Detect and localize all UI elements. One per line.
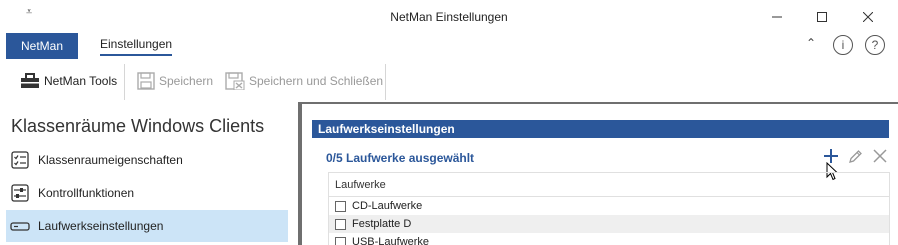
row-label: Festplatte D [352, 218, 412, 230]
row-checkbox[interactable] [335, 236, 346, 245]
tab-einstellungen[interactable]: Einstellungen [100, 37, 173, 56]
close-button[interactable] [848, 4, 888, 30]
drives-table: Laufwerke CD-Laufwerke Festplatte D USB-… [328, 172, 890, 245]
section-header: Laufwerkseinstellungen [312, 120, 889, 138]
x-icon [873, 149, 887, 163]
nav-item-label: Laufwerkseinstellungen [38, 219, 164, 233]
drive-icon [10, 217, 30, 235]
delete-button[interactable] [870, 146, 890, 166]
nav-item-klassenraumeigenschaften[interactable]: Klassenraumeigenschaften [6, 144, 288, 176]
pencil-icon [848, 149, 862, 163]
speichern-button[interactable]: Speichern [137, 67, 213, 95]
table-row[interactable]: CD-Laufwerke [329, 197, 889, 215]
maximize-icon [817, 12, 827, 22]
save-icon [137, 72, 155, 90]
row-checkbox[interactable] [335, 218, 346, 230]
title-bar: ⩡ NetMan Einstellungen [0, 0, 898, 32]
left-panel: Klassenräume Windows Clients Klassenraum… [0, 102, 296, 245]
speichern-schliessen-label: Speichern und Schließen [249, 74, 384, 88]
row-label: CD-Laufwerke [352, 200, 423, 212]
close-icon [863, 12, 873, 22]
row-label: USB-Laufwerke [352, 236, 430, 245]
nav-item-label: Klassenraumeigenschaften [38, 153, 183, 167]
minimize-icon [772, 16, 782, 18]
ribbon-separator [385, 64, 386, 100]
info-icon[interactable]: i [833, 35, 853, 55]
table-header: Laufwerke [329, 173, 889, 197]
selection-count: 0/5 Laufwerke ausgewählt [326, 151, 475, 165]
speichern-schliessen-button[interactable]: Speichern und Schließen [225, 67, 383, 95]
table-row[interactable]: Festplatte D [329, 215, 889, 233]
checklist-icon [10, 151, 30, 169]
minimize-button[interactable] [757, 4, 797, 30]
content-panel: Laufwerkseinstellungen 0/5 Laufwerke aus… [298, 102, 898, 245]
page-title: Klassenräume Windows Clients [11, 116, 265, 136]
netman-tools-button[interactable]: NetMan Tools [20, 67, 117, 95]
ribbon-toolbar: NetMan Tools Speichern Speichern und Sch… [0, 60, 898, 102]
speichern-label: Speichern [159, 74, 214, 88]
plus-icon [824, 149, 838, 163]
nav-item-laufwerkseinstellungen[interactable]: Laufwerkseinstellungen [6, 210, 288, 242]
collapse-ribbon-icon[interactable]: ⌃ [806, 36, 816, 50]
save-close-icon [225, 72, 245, 90]
maximize-button[interactable] [802, 4, 842, 30]
row-checkbox[interactable] [335, 200, 346, 212]
toolbox-icon [21, 73, 39, 88]
tab-netman[interactable]: NetMan [6, 33, 78, 59]
ribbon-tab-row: NetMan Einstellungen ⌃ i ? [0, 32, 898, 60]
nav-item-label: Kontrollfunktionen [38, 186, 135, 200]
edit-button[interactable] [845, 146, 865, 166]
table-row[interactable]: USB-Laufwerke [329, 233, 889, 245]
ribbon-separator [124, 64, 125, 100]
sliders-icon [10, 184, 30, 202]
netman-tools-label: NetMan Tools [44, 74, 118, 88]
nav-item-kontrollfunktionen[interactable]: Kontrollfunktionen [6, 177, 288, 209]
help-icon[interactable]: ? [865, 35, 885, 55]
